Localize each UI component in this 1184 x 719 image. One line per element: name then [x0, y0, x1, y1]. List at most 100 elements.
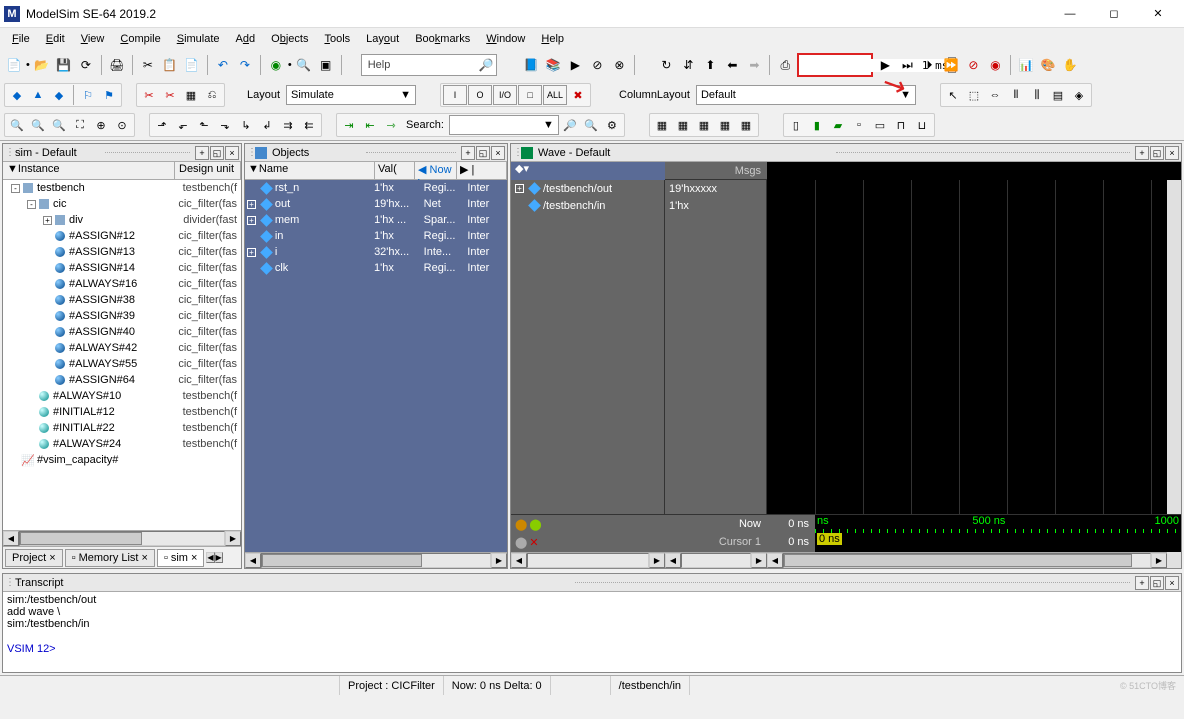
obj-col-name[interactable]: ▼Name: [245, 162, 375, 179]
tree-row[interactable]: #INITIAL#12testbench(f: [3, 404, 241, 420]
zoom-full-icon[interactable]: 🔍: [49, 115, 69, 135]
wave-edit-icon[interactable]: ▦: [181, 85, 201, 105]
search-prev-icon[interactable]: 🔍: [581, 115, 601, 135]
tr-add-button[interactable]: +: [1135, 576, 1149, 590]
restart-icon[interactable]: ↻: [656, 55, 676, 75]
tree-row[interactable]: +divdivider(fast: [3, 212, 241, 228]
obj-col-more[interactable]: ▶ |: [457, 162, 507, 179]
wp-hs-t[interactable]: [783, 553, 1151, 568]
run-icon[interactable]: ▶: [875, 55, 895, 75]
hscroll-right[interactable]: ▶: [225, 531, 241, 546]
wn-hs-r[interactable]: ▶: [649, 553, 665, 568]
panel-add-button[interactable]: +: [195, 146, 209, 160]
io-filter-all[interactable]: ALL: [543, 85, 567, 105]
tree-row[interactable]: 📈#vsim_capacity#: [3, 452, 241, 468]
help-input[interactable]: [396, 56, 476, 74]
trace3-icon[interactable]: ⬑: [194, 115, 214, 135]
tree-row[interactable]: #ASSIGN#12cic_filter(fas: [3, 228, 241, 244]
search-select[interactable]: ▼: [449, 115, 559, 135]
menu-edit[interactable]: Edit: [38, 31, 73, 47]
tab-project[interactable]: Project×: [5, 549, 63, 567]
zoom-in-icon[interactable]: 🔍: [7, 115, 27, 135]
align2-icon[interactable]: ⫼: [1027, 85, 1047, 105]
run-all-icon[interactable]: ⏭: [897, 55, 917, 75]
tree-row[interactable]: #ASSIGN#40cic_filter(fas: [3, 324, 241, 340]
undo-icon[interactable]: ↶: [213, 55, 233, 75]
wave-del-icon[interactable]: ⎌: [202, 85, 222, 105]
pan-icon[interactable]: ⬚: [964, 85, 984, 105]
hscroll-left[interactable]: ◀: [3, 531, 19, 546]
run-up-icon[interactable]: ⬆: [700, 55, 720, 75]
menu-help[interactable]: Help: [533, 31, 572, 47]
wave-body[interactable]: +/testbench/out/testbench/in 19'hxxxxx1'…: [511, 180, 1181, 514]
menu-window[interactable]: Window: [478, 31, 533, 47]
wave-style3-icon[interactable]: ▰: [828, 115, 848, 135]
run-continue-icon[interactable]: ⏩: [941, 55, 961, 75]
tab-close-icon[interactable]: ×: [49, 552, 55, 564]
zoom-last-icon[interactable]: ⊙: [112, 115, 132, 135]
objects-list[interactable]: rst_n1'hxRegi...Inter+out19'hx...NetInte…: [245, 180, 507, 552]
io-filter-i/o[interactable]: I/O: [493, 85, 517, 105]
trace5-icon[interactable]: ↳: [236, 115, 256, 135]
cursor-marker[interactable]: 0 ns: [817, 533, 842, 545]
menu-tools[interactable]: Tools: [316, 31, 358, 47]
obj-dock-button[interactable]: ◱: [476, 146, 490, 160]
align4-icon[interactable]: ◈: [1069, 85, 1089, 105]
open-icon[interactable]: 📂: [32, 55, 52, 75]
hscroll-track[interactable]: [19, 531, 225, 546]
group5-icon[interactable]: ▦: [736, 115, 756, 135]
cursor-add-icon[interactable]: ◆: [7, 85, 27, 105]
object-row[interactable]: clk1'hxRegi...Inter: [245, 260, 507, 276]
tree-row[interactable]: #ASSIGN#14cic_filter(fas: [3, 260, 241, 276]
trace4-icon[interactable]: ⬎: [215, 115, 235, 135]
object-row[interactable]: +out19'hx...NetInter: [245, 196, 507, 212]
sim-col-design[interactable]: Design unit: [175, 162, 241, 179]
tree-row[interactable]: #INITIAL#22testbench(f: [3, 420, 241, 436]
columnlayout-select[interactable]: Default▼: [696, 85, 916, 105]
trace6-icon[interactable]: ↲: [257, 115, 277, 135]
wave-style4-icon[interactable]: ▫: [849, 115, 869, 135]
break2-icon[interactable]: ⊗: [609, 55, 629, 75]
cursor-down-icon[interactable]: ◆: [49, 85, 69, 105]
obj-col-now[interactable]: ◀ Now ▶: [415, 162, 457, 179]
wave-style1-icon[interactable]: ▯: [786, 115, 806, 135]
group1-icon[interactable]: ▦: [652, 115, 672, 135]
resize-icon[interactable]: ⇔: [985, 85, 1005, 105]
close-button[interactable]: ✕: [1136, 1, 1180, 27]
trace8-icon[interactable]: ⇇: [299, 115, 319, 135]
io-filter-□[interactable]: □: [518, 85, 542, 105]
tree-row[interactable]: #ALWAYS#42cic_filter(fas: [3, 340, 241, 356]
menu-objects[interactable]: Objects: [263, 31, 316, 47]
group3-icon[interactable]: ▦: [694, 115, 714, 135]
wave-toggle[interactable]: +: [515, 184, 524, 193]
cut-wave-icon[interactable]: ✂: [139, 85, 159, 105]
save-icon[interactable]: 💾: [54, 55, 74, 75]
break-run-icon[interactable]: ⊘: [963, 55, 983, 75]
object-row[interactable]: +i32'hx...Inte...Inter: [245, 244, 507, 260]
trace2-icon[interactable]: ⬐: [173, 115, 193, 135]
search-next-icon[interactable]: 🔎: [560, 115, 580, 135]
obj-hscroll-right[interactable]: ▶: [491, 553, 507, 568]
menu-bookmarks[interactable]: Bookmarks: [407, 31, 478, 47]
wave-style2-icon[interactable]: ▮: [807, 115, 827, 135]
sim-col-instance[interactable]: ▼Instance: [3, 162, 175, 179]
tree-row[interactable]: #ASSIGN#39cic_filter(fas: [3, 308, 241, 324]
profile-icon[interactable]: 📊: [1016, 55, 1036, 75]
wn-hs-l[interactable]: ◀: [511, 553, 527, 568]
run-fwd-icon[interactable]: ➡: [744, 55, 764, 75]
group4-icon[interactable]: ▦: [715, 115, 735, 135]
wv-hs-t[interactable]: [681, 553, 751, 568]
wave-signal-row[interactable]: /testbench/in: [511, 197, 664, 214]
zoom-area-icon[interactable]: ⛶: [70, 115, 90, 135]
coverage-icon[interactable]: 🎨: [1038, 55, 1058, 75]
align-icon[interactable]: ⫴: [1006, 85, 1026, 105]
wave-signal-row[interactable]: +/testbench/out: [511, 180, 664, 197]
add-icon[interactable]: ◉: [266, 55, 286, 75]
io-clear-icon[interactable]: ✖: [568, 85, 588, 105]
zoom-out-icon[interactable]: 🔍: [28, 115, 48, 135]
tree-row[interactable]: #ASSIGN#64cic_filter(fas: [3, 372, 241, 388]
menu-view[interactable]: View: [73, 31, 113, 47]
step-icon[interactable]: ⇥: [339, 115, 359, 135]
wave-add-button[interactable]: +: [1135, 146, 1149, 160]
trace-icon[interactable]: ⬏: [152, 115, 172, 135]
